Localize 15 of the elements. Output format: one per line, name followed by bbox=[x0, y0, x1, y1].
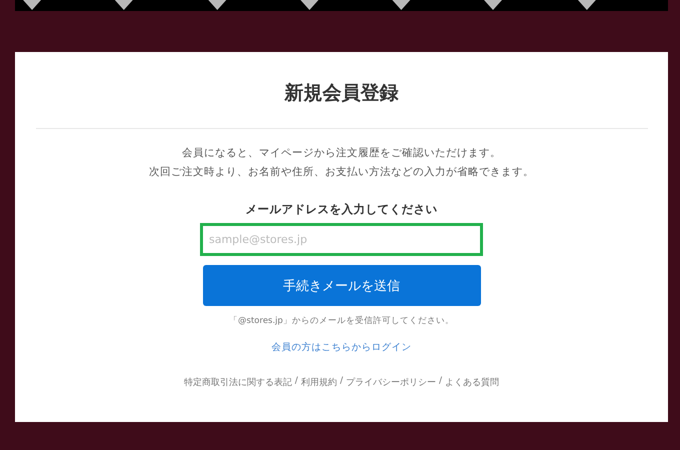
footer-link[interactable]: 特定商取引法に関する表記 bbox=[184, 376, 292, 389]
footer-link[interactable]: プライバシーポリシー bbox=[346, 376, 436, 389]
submit-button[interactable]: 手続きメールを送信 bbox=[202, 265, 480, 306]
separator: / bbox=[439, 376, 442, 388]
intro-text: 会員になると、マイページから注文履歴をご確認いただけます。 bbox=[182, 146, 501, 161]
intro-text: 次回ご注文時より、お名前や住所、お支払い方法などの入力が省略できます。 bbox=[149, 165, 534, 180]
separator: / bbox=[294, 376, 298, 388]
footer-link[interactable]: よくある質問 bbox=[445, 376, 500, 389]
page-title: 新規会員登録 bbox=[284, 81, 398, 106]
login-link[interactable]: 会員の方はこちらからログイン bbox=[272, 341, 412, 354]
separator: / bbox=[340, 376, 344, 388]
field-label: メールアドレスを入力してください bbox=[246, 202, 438, 217]
footer-link[interactable]: 利用規約 bbox=[300, 376, 337, 389]
notice-text: 「@stores.jp」からのメールを受信許可してください。 bbox=[229, 315, 454, 327]
email-field[interactable]: sample@stores.jp bbox=[200, 223, 483, 256]
